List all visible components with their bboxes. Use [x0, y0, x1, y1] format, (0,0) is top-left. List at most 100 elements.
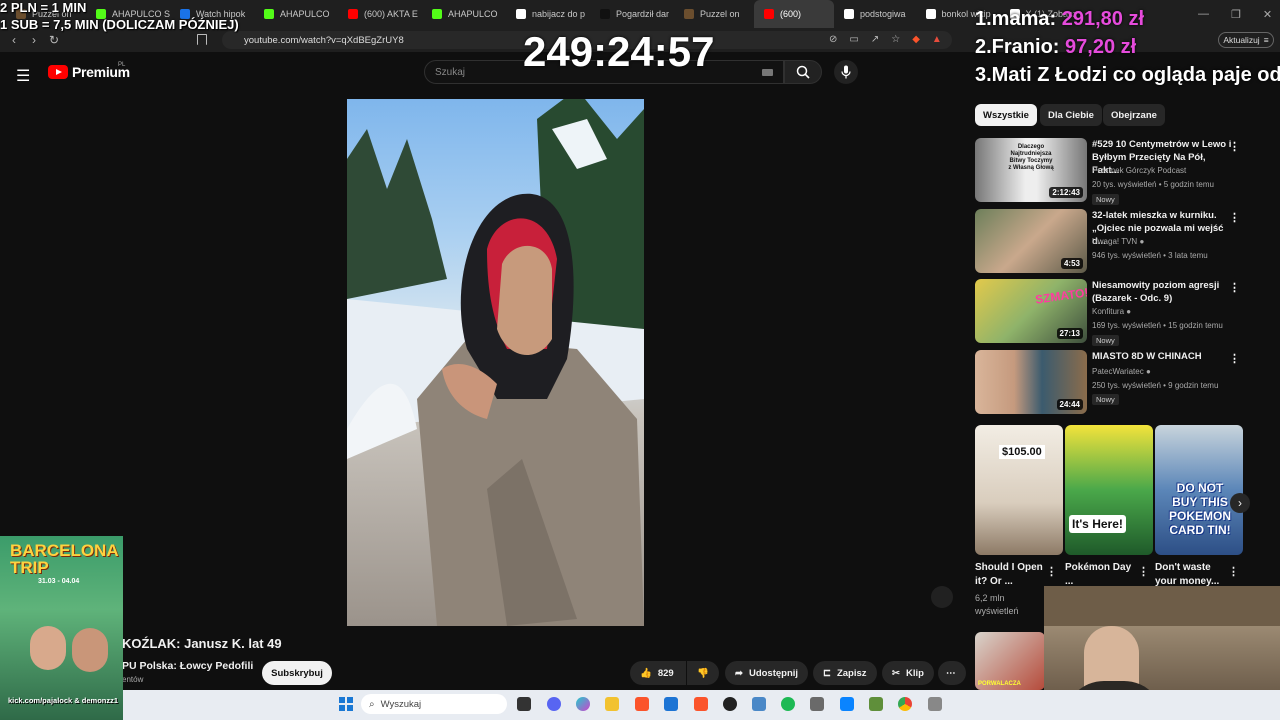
tab-favicon-icon	[432, 9, 442, 19]
more-options-icon[interactable]: ⋮	[1229, 281, 1240, 294]
recommendation-item[interactable]: 4:53 32-latek mieszka w kurniku. „Ojciec…	[975, 209, 1270, 273]
file-explorer-icon[interactable]	[605, 697, 619, 711]
short-title[interactable]: Should I Open it? Or ...	[975, 561, 1047, 589]
taskbar-search[interactable]: ⌕ Wyszukaj	[361, 694, 507, 714]
video-player[interactable]	[347, 99, 644, 626]
short-title[interactable]: Don't waste your money...	[1155, 561, 1227, 589]
recommendation-item[interactable]: SZMATO! 27:13 Niesamowity poziom agresji…	[975, 279, 1270, 346]
browser-tab[interactable]: (600)	[754, 0, 834, 28]
short-thumbnail[interactable]: DO NOT BUY THIS POKEMON CARD TIN!	[1155, 425, 1243, 555]
more-options-icon[interactable]: ⋮	[1229, 211, 1240, 224]
video-thumbnail: SZMATO! 27:13	[975, 279, 1087, 343]
verified-icon: ●	[1145, 367, 1151, 376]
notepad-icon[interactable]	[840, 697, 854, 711]
recommendation-meta: 169 tys. wyświetleń • 15 godzin temu	[1092, 321, 1223, 330]
short-caption: It's Here!	[1069, 515, 1126, 533]
more-options-icon[interactable]: ⋮	[1229, 352, 1240, 365]
more-actions-button[interactable]: ⋯	[938, 661, 966, 685]
reload-icon[interactable]: ↻	[44, 33, 64, 47]
browser-tab[interactable]: podstogiwa	[834, 0, 916, 28]
shorts-next-button[interactable]: ›	[1230, 493, 1250, 513]
subathon-timer: 249:24:57	[523, 28, 715, 75]
thumbnail-caption: SZMATO!	[1034, 285, 1087, 307]
calculator-icon[interactable]	[810, 697, 824, 711]
video-thumbnail: Dlaczego Najtrudniejsza Bitwy Toczymy z …	[975, 138, 1087, 202]
browser-tab[interactable]: AHAPULCO	[254, 0, 338, 28]
clip-button[interactable]: ✂ Klip	[882, 661, 934, 685]
search-placeholder: Szukaj	[435, 67, 466, 78]
video-frame-image	[347, 99, 644, 626]
thumbnail-caption: Dlaczego Najtrudniejsza Bitwy Toczymy z …	[1008, 144, 1054, 171]
chrome-icon[interactable]	[898, 697, 912, 711]
search-button[interactable]	[784, 60, 822, 84]
app-icon[interactable]	[928, 697, 942, 711]
more-options-icon[interactable]: ⋮	[1229, 140, 1240, 153]
voice-search-button[interactable]	[834, 60, 858, 84]
task-view-icon[interactable]	[517, 697, 531, 711]
share-button[interactable]: ➦ Udostępnij	[725, 661, 809, 685]
short-title[interactable]: Pokémon Day ...	[1065, 561, 1137, 589]
more-horizontal-icon: ⋯	[946, 667, 956, 679]
browser-tab[interactable]: Puzzel on	[674, 0, 754, 28]
windows-start-icon[interactable]	[339, 697, 353, 711]
more-options-icon[interactable]: ⋮	[1046, 565, 1057, 578]
short-thumbnail[interactable]: It's Here!	[1065, 425, 1153, 555]
back-icon[interactable]: ‹	[4, 33, 24, 47]
tab-favicon-icon	[600, 9, 610, 19]
bookmark-icon[interactable]	[197, 34, 207, 45]
channel-watermark-icon[interactable]	[931, 586, 953, 608]
update-button[interactable]: Aktualizuj ≡	[1218, 32, 1274, 48]
keyboard-icon[interactable]	[762, 69, 773, 76]
star-icon[interactable]: ☆	[891, 34, 900, 45]
minimize-icon[interactable]: —	[1198, 8, 1209, 20]
window-controls: — ❐ ✕	[1198, 0, 1272, 28]
mute-icon[interactable]: ⊘	[829, 34, 837, 45]
brave-icon[interactable]	[694, 697, 708, 711]
video-thumbnail[interactable]: PORWALACZA	[975, 632, 1045, 690]
spotify-icon[interactable]	[781, 697, 795, 711]
browser-tab[interactable]: (600) AKTA E	[338, 0, 422, 28]
more-options-icon[interactable]: ⋮	[1228, 565, 1239, 578]
recommendation-item[interactable]: Dlaczego Najtrudniejsza Bitwy Toczymy z …	[975, 138, 1270, 205]
save-button[interactable]: ⊏ Zapisz	[813, 661, 877, 685]
chip-for-you[interactable]: Dla Ciebie	[1040, 104, 1102, 126]
scissors-icon: ✂	[892, 667, 900, 679]
close-icon[interactable]: ✕	[1263, 8, 1272, 21]
tab-favicon-icon	[264, 9, 274, 19]
hamburger-menu-icon[interactable]: ☰	[16, 66, 30, 86]
discord-icon[interactable]	[547, 697, 561, 711]
cast-icon[interactable]: ▭	[849, 34, 858, 45]
store-icon[interactable]	[664, 697, 678, 711]
short-caption: $105.00	[999, 445, 1045, 459]
promo-dates: 31.03 - 04.04	[38, 578, 80, 585]
copilot-icon[interactable]	[576, 697, 590, 711]
like-button[interactable]: 👍 829	[630, 661, 686, 685]
new-badge: Nowy	[1092, 335, 1119, 346]
chip-all[interactable]: Wszystkie	[975, 104, 1037, 126]
more-options-icon[interactable]: ⋮	[1138, 565, 1149, 578]
donor-3: 3.Mati Z Łodzi co ogląda paje od	[975, 64, 1280, 86]
dislike-button[interactable]: 👎	[687, 661, 719, 685]
brave-icon[interactable]	[635, 697, 649, 711]
chip-watched[interactable]: Obejrzane	[1103, 104, 1165, 126]
extension-icon[interactable]: ▲	[932, 34, 942, 45]
browser-tab[interactable]: AHAPULCO	[422, 0, 506, 28]
maximize-icon[interactable]: ❐	[1231, 8, 1241, 21]
forward-icon[interactable]: ›	[24, 33, 44, 47]
browser-tab[interactable]: Pogardził dar	[590, 0, 674, 28]
recommendation-meta: 20 tys. wyświetleń • 5 godzin temu	[1092, 180, 1214, 189]
brave-icon[interactable]: ◆	[912, 34, 920, 45]
cabinets	[1044, 586, 1280, 626]
share-icon[interactable]: ↗	[871, 34, 879, 45]
subscribe-button[interactable]: Subskrybuj	[262, 661, 332, 685]
photos-icon[interactable]	[752, 697, 766, 711]
obs-icon[interactable]	[723, 697, 737, 711]
short-thumbnail[interactable]: $105.00	[975, 425, 1063, 555]
recommendation-item[interactable]: 24:44 MIASTO 8D W CHINACH PatecWariatec …	[975, 350, 1270, 414]
browser-tab[interactable]: nabijacz do p	[506, 0, 590, 28]
app-icon[interactable]	[869, 697, 883, 711]
channel-name[interactable]: PU Polska: Łowcy Pedofili	[122, 660, 253, 672]
microphone-icon	[841, 65, 851, 79]
omnibox-icons: ⊘ ▭ ↗ ☆ ◆ ▲	[829, 34, 942, 45]
tab-favicon-icon	[348, 9, 358, 19]
